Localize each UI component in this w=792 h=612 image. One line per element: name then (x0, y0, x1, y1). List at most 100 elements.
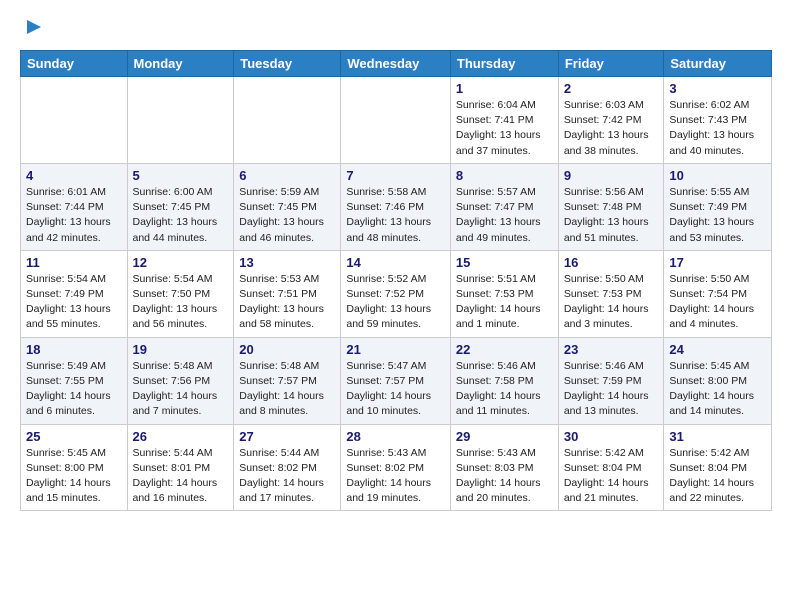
weekday-header: Friday (558, 51, 664, 77)
calendar-cell: 30 Sunrise: 5:42 AM Sunset: 8:04 PM Dayli… (558, 424, 664, 511)
calendar-cell: 20 Sunrise: 5:48 AM Sunset: 7:57 PM Dayli… (234, 337, 341, 424)
day-number: 1 (456, 81, 553, 96)
day-number: 27 (239, 429, 335, 444)
day-number: 19 (133, 342, 229, 357)
calendar-cell: 25 Sunrise: 5:45 AM Sunset: 8:00 PM Dayli… (21, 424, 128, 511)
day-number: 29 (456, 429, 553, 444)
day-number: 18 (26, 342, 122, 357)
day-info: Sunrise: 5:57 AM Sunset: 7:47 PM Dayligh… (456, 185, 553, 246)
calendar-cell: 8Sunrise: 5:57 AM Sunset: 7:47 PM Daylig… (450, 163, 558, 250)
calendar-cell: 13Sunrise: 5:53 AM Sunset: 7:51 PM Dayli… (234, 250, 341, 337)
day-info: Sunrise: 5:44 AM Sunset: 8:01 PM Dayligh… (133, 446, 229, 507)
day-info: Sunrise: 5:54 AM Sunset: 7:50 PM Dayligh… (133, 272, 229, 333)
day-number: 26 (133, 429, 229, 444)
day-number: 17 (669, 255, 766, 270)
day-info: Sunrise: 5:48 AM Sunset: 7:57 PM Dayligh… (239, 359, 335, 420)
day-info: Sunrise: 5:45 AM Sunset: 8:00 PM Dayligh… (26, 446, 122, 507)
calendar-cell: 3 Sunrise: 6:02 AM Sunset: 7:43 PM Daylig… (664, 77, 772, 164)
day-info: Sunrise: 5:43 AM Sunset: 8:02 PM Dayligh… (346, 446, 445, 507)
day-info: Sunrise: 5:55 AM Sunset: 7:49 PM Dayligh… (669, 185, 766, 246)
day-info: Sunrise: 6:04 AM Sunset: 7:41 PM Dayligh… (456, 98, 553, 159)
calendar-cell: 1 Sunrise: 6:04 AM Sunset: 7:41 PM Daylig… (450, 77, 558, 164)
day-number: 3 (669, 81, 766, 96)
day-info: Sunrise: 5:54 AM Sunset: 7:49 PM Dayligh… (26, 272, 122, 333)
calendar-cell: 21 Sunrise: 5:47 AM Sunset: 7:57 PM Dayli… (341, 337, 451, 424)
calendar-cell: 31 Sunrise: 5:42 AM Sunset: 8:04 PM Dayli… (664, 424, 772, 511)
day-info: Sunrise: 5:46 AM Sunset: 7:59 PM Dayligh… (564, 359, 659, 420)
day-info: Sunrise: 5:58 AM Sunset: 7:46 PM Dayligh… (346, 185, 445, 246)
day-number: 22 (456, 342, 553, 357)
day-number: 13 (239, 255, 335, 270)
day-info: Sunrise: 5:51 AM Sunset: 7:53 PM Dayligh… (456, 272, 553, 333)
day-info: Sunrise: 5:42 AM Sunset: 8:04 PM Dayligh… (669, 446, 766, 507)
calendar-cell: 23 Sunrise: 5:46 AM Sunset: 7:59 PM Dayli… (558, 337, 664, 424)
page: SundayMondayTuesdayWednesdayThursdayFrid… (0, 0, 792, 527)
weekday-header: Saturday (664, 51, 772, 77)
day-number: 12 (133, 255, 229, 270)
calendar-cell: 11 Sunrise: 5:54 AM Sunset: 7:49 PM Dayli… (21, 250, 128, 337)
day-number: 30 (564, 429, 659, 444)
day-info: Sunrise: 5:47 AM Sunset: 7:57 PM Dayligh… (346, 359, 445, 420)
day-info: Sunrise: 5:49 AM Sunset: 7:55 PM Dayligh… (26, 359, 122, 420)
day-info: Sunrise: 5:45 AM Sunset: 8:00 PM Dayligh… (669, 359, 766, 420)
day-number: 21 (346, 342, 445, 357)
calendar-week-row: 11 Sunrise: 5:54 AM Sunset: 7:49 PM Dayli… (21, 250, 772, 337)
calendar-header-row: SundayMondayTuesdayWednesdayThursdayFrid… (21, 51, 772, 77)
calendar-cell: 29 Sunrise: 5:43 AM Sunset: 8:03 PM Dayli… (450, 424, 558, 511)
calendar-cell: 14 Sunrise: 5:52 AM Sunset: 7:52 PM Dayli… (341, 250, 451, 337)
day-number: 28 (346, 429, 445, 444)
day-info: Sunrise: 5:52 AM Sunset: 7:52 PM Dayligh… (346, 272, 445, 333)
day-info: Sunrise: 6:03 AM Sunset: 7:42 PM Dayligh… (564, 98, 659, 159)
day-number: 25 (26, 429, 122, 444)
calendar-cell: 24 Sunrise: 5:45 AM Sunset: 8:00 PM Dayli… (664, 337, 772, 424)
calendar-cell: 9 Sunrise: 5:56 AM Sunset: 7:48 PM Daylig… (558, 163, 664, 250)
calendar-cell: 5 Sunrise: 6:00 AM Sunset: 7:45 PM Daylig… (127, 163, 234, 250)
day-number: 7 (346, 168, 445, 183)
calendar-cell: 15Sunrise: 5:51 AM Sunset: 7:53 PM Dayli… (450, 250, 558, 337)
calendar-cell: 7 Sunrise: 5:58 AM Sunset: 7:46 PM Daylig… (341, 163, 451, 250)
header (20, 16, 772, 38)
calendar-cell: 2 Sunrise: 6:03 AM Sunset: 7:42 PM Daylig… (558, 77, 664, 164)
day-info: Sunrise: 5:50 AM Sunset: 7:53 PM Dayligh… (564, 272, 659, 333)
calendar-week-row: 4 Sunrise: 6:01 AM Sunset: 7:44 PM Daylig… (21, 163, 772, 250)
day-number: 2 (564, 81, 659, 96)
day-info: Sunrise: 5:46 AM Sunset: 7:58 PM Dayligh… (456, 359, 553, 420)
day-info: Sunrise: 5:43 AM Sunset: 8:03 PM Dayligh… (456, 446, 553, 507)
calendar-cell: 12 Sunrise: 5:54 AM Sunset: 7:50 PM Dayli… (127, 250, 234, 337)
day-number: 10 (669, 168, 766, 183)
day-info: Sunrise: 5:48 AM Sunset: 7:56 PM Dayligh… (133, 359, 229, 420)
day-number: 4 (26, 168, 122, 183)
calendar-week-row: 18 Sunrise: 5:49 AM Sunset: 7:55 PM Dayli… (21, 337, 772, 424)
day-number: 11 (26, 255, 122, 270)
day-number: 31 (669, 429, 766, 444)
calendar-week-row: 25 Sunrise: 5:45 AM Sunset: 8:00 PM Dayli… (21, 424, 772, 511)
calendar-week-row: 1 Sunrise: 6:04 AM Sunset: 7:41 PM Daylig… (21, 77, 772, 164)
calendar-cell: 27Sunrise: 5:44 AM Sunset: 8:02 PM Dayli… (234, 424, 341, 511)
day-number: 14 (346, 255, 445, 270)
day-info: Sunrise: 5:56 AM Sunset: 7:48 PM Dayligh… (564, 185, 659, 246)
calendar-cell: 28 Sunrise: 5:43 AM Sunset: 8:02 PM Dayli… (341, 424, 451, 511)
day-number: 9 (564, 168, 659, 183)
day-number: 5 (133, 168, 229, 183)
weekday-header: Sunday (21, 51, 128, 77)
calendar-cell: 6Sunrise: 5:59 AM Sunset: 7:45 PM Daylig… (234, 163, 341, 250)
day-info: Sunrise: 5:50 AM Sunset: 7:54 PM Dayligh… (669, 272, 766, 333)
day-info: Sunrise: 5:42 AM Sunset: 8:04 PM Dayligh… (564, 446, 659, 507)
day-info: Sunrise: 5:59 AM Sunset: 7:45 PM Dayligh… (239, 185, 335, 246)
day-info: Sunrise: 6:01 AM Sunset: 7:44 PM Dayligh… (26, 185, 122, 246)
day-info: Sunrise: 6:02 AM Sunset: 7:43 PM Dayligh… (669, 98, 766, 159)
calendar-cell (127, 77, 234, 164)
calendar-cell: 10 Sunrise: 5:55 AM Sunset: 7:49 PM Dayli… (664, 163, 772, 250)
calendar-cell: 4 Sunrise: 6:01 AM Sunset: 7:44 PM Daylig… (21, 163, 128, 250)
calendar-cell (341, 77, 451, 164)
day-info: Sunrise: 6:00 AM Sunset: 7:45 PM Dayligh… (133, 185, 229, 246)
calendar-cell: 16Sunrise: 5:50 AM Sunset: 7:53 PM Dayli… (558, 250, 664, 337)
day-number: 23 (564, 342, 659, 357)
day-number: 24 (669, 342, 766, 357)
calendar-cell (21, 77, 128, 164)
calendar: SundayMondayTuesdayWednesdayThursdayFrid… (20, 50, 772, 511)
day-number: 20 (239, 342, 335, 357)
logo (20, 16, 44, 38)
calendar-cell: 18 Sunrise: 5:49 AM Sunset: 7:55 PM Dayli… (21, 337, 128, 424)
calendar-cell (234, 77, 341, 164)
